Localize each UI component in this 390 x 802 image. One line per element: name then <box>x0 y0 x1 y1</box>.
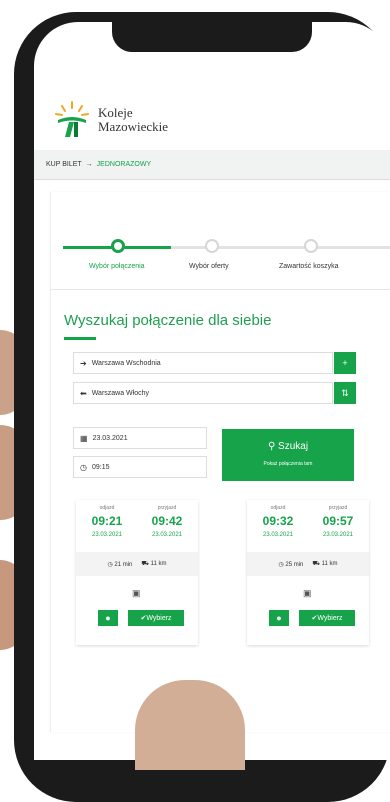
search-label: Szukaj <box>278 441 309 452</box>
arrival-label: przyjazd <box>157 505 177 511</box>
distance: ⛟ 11 km <box>312 560 337 568</box>
breadcrumb-item-buy-ticket[interactable]: KUP BILET <box>46 161 82 168</box>
distance-value: 11 km <box>321 561 338 567</box>
from-station-field[interactable]: ➔ Warszawa Wschodnia <box>73 352 333 374</box>
phone-screen: Koleje Mazowieckie KUP BILET → JEDNORAZOWY… <box>34 22 390 760</box>
departure-time: 09:32 <box>262 514 294 528</box>
calendar-icon: ▦ <box>80 433 88 443</box>
step-dot-1[interactable] <box>111 239 125 253</box>
arrival-label: przyjazd <box>328 505 348 511</box>
progress-steps: Wybór połączenia Wybór oferty Zawartość … <box>51 222 390 272</box>
step-line-done <box>63 246 118 249</box>
connection-card[interactable]: odjazd przyjazd 09:21 09:42 23.03.2021 2… <box>76 500 198 645</box>
arrival-date: 23.03.2021 <box>322 532 354 538</box>
time-field[interactable]: ◷ 09:15 <box>73 456 207 478</box>
choose-button[interactable]: ✔ Wybierz <box>299 610 355 626</box>
title-underline <box>64 337 96 340</box>
brand-name: Koleje Mazowieckie <box>98 106 168 134</box>
distance-icon: ⛟ <box>312 561 322 567</box>
arrow-left-icon: ⬅ <box>80 388 87 398</box>
arrival-time: 09:57 <box>322 514 354 528</box>
distance: ⛟ 11 km <box>141 560 166 568</box>
duration: ◷ 21 min <box>107 561 132 568</box>
date-value: 23.03.2021 <box>92 434 128 442</box>
swap-label: ⇅ <box>341 387 349 398</box>
duration-value: 21 min <box>114 561 133 568</box>
departure-label: odjazd <box>99 505 115 511</box>
site-header: Koleje Mazowieckie <box>34 82 390 142</box>
add-station-button[interactable]: + <box>334 352 356 374</box>
step-dot-3[interactable] <box>304 239 318 253</box>
to-station-value: Warszawa Włochy <box>91 389 150 397</box>
duration: ◷ 25 min <box>278 561 303 568</box>
add-label: + <box>342 358 348 368</box>
train-icon: ▣ <box>303 588 312 598</box>
info-button[interactable]: ● <box>269 610 289 626</box>
distance-icon: ⛟ <box>141 561 151 567</box>
departure-time: 09:21 <box>91 514 123 528</box>
time-value: 09:15 <box>91 463 110 471</box>
brand-line1: Koleje <box>98 105 133 120</box>
to-station-field[interactable]: ⬅ Warszawa Włochy <box>73 382 333 404</box>
arrow-right-icon: ➔ <box>80 358 87 368</box>
clock-icon: ◷ <box>80 462 87 472</box>
step-label-1: Wybór połączenia <box>89 263 145 270</box>
step-dot-2[interactable] <box>205 239 219 253</box>
logo-icon[interactable] <box>54 100 90 138</box>
choose-button[interactable]: ✔ Wybierz <box>128 610 184 626</box>
connection-card[interactable]: odjazd przyjazd 09:32 09:57 23.03.2021 2… <box>247 500 369 645</box>
arrival-date: 23.03.2021 <box>151 532 183 538</box>
search-button-label: ⚲ Szukaj <box>222 441 354 452</box>
departure-date: 23.03.2021 <box>262 532 294 538</box>
search-button[interactable]: ⚲ Szukaj Pokaż połączenia tam <box>222 429 354 481</box>
search-icon: ⚲ <box>267 441 279 452</box>
departure-label: odjazd <box>270 505 286 511</box>
breadcrumb-arrow-icon: → <box>85 161 93 168</box>
train-icon: ▣ <box>132 588 141 598</box>
search-card: Wybór połączenia Wybór oferty Zawartość … <box>50 192 390 732</box>
breadcrumb: KUP BILET → JEDNORAZOWY <box>34 150 390 180</box>
info-icon: ● <box>276 613 282 623</box>
distance-value: 11 km <box>150 561 167 567</box>
step-line-pending <box>171 246 390 249</box>
divider <box>51 289 390 290</box>
from-station-value: Warszawa Wschodnia <box>91 359 161 367</box>
info-button[interactable]: ● <box>98 610 118 626</box>
swap-stations-button[interactable]: ⇅ <box>334 382 356 404</box>
choose-label: Wybierz <box>317 614 343 622</box>
phone-notch <box>112 22 312 52</box>
step-label-3: Zawartość koszyka <box>279 263 339 270</box>
date-field[interactable]: ▦ 23.03.2021 <box>73 427 207 449</box>
arrival-time: 09:42 <box>151 514 183 528</box>
info-icon: ● <box>105 613 111 623</box>
search-button-sublabel: Pokaż połączenia tam <box>263 461 313 467</box>
page-title: Wyszukaj połączenie dla siebie <box>64 312 272 329</box>
departure-date: 23.03.2021 <box>91 532 123 538</box>
connection-meta: ◷ 25 min ⛟ 11 km <box>247 552 369 576</box>
step-label-2: Wybór oferty <box>189 263 229 270</box>
choose-label: Wybierz <box>146 614 172 622</box>
connection-meta: ◷ 21 min ⛟ 11 km <box>76 552 198 576</box>
step-line-done-2 <box>118 246 171 249</box>
thumb <box>135 680 245 770</box>
duration-value: 25 min <box>285 561 304 568</box>
brand-line2: Mazowieckie <box>98 119 169 134</box>
breadcrumb-item-single[interactable]: JEDNORAZOWY <box>97 161 151 168</box>
